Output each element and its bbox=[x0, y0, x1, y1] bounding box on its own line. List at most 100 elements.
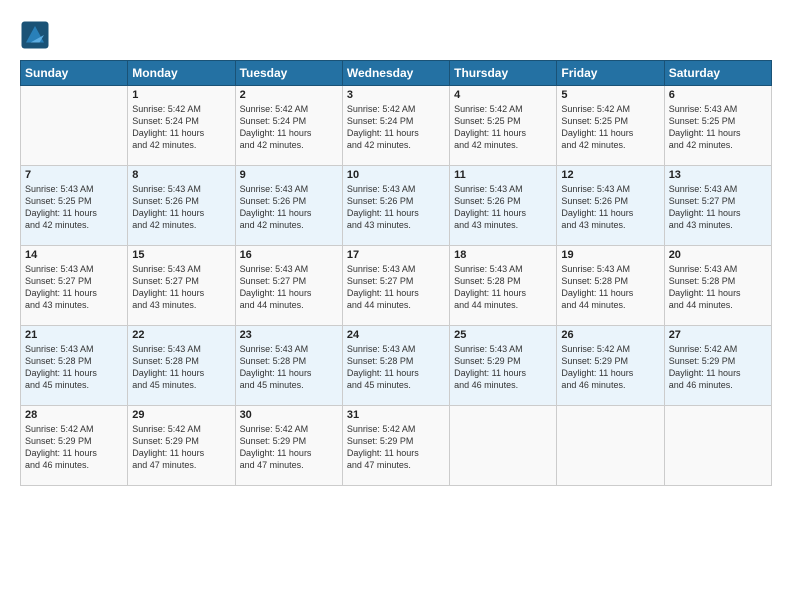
day-info: Sunrise: 5:42 AM Sunset: 5:29 PM Dayligh… bbox=[561, 343, 659, 392]
calendar-cell: 6Sunrise: 5:43 AM Sunset: 5:25 PM Daylig… bbox=[664, 86, 771, 166]
calendar-table: SundayMondayTuesdayWednesdayThursdayFrid… bbox=[20, 60, 772, 486]
calendar-cell: 27 Sunrise: 5:42 AM Sunset: 5:29 PM Dayli… bbox=[664, 326, 771, 406]
calendar-cell: 13 Sunrise: 5:43 AM Sunset: 5:27 PM Dayli… bbox=[664, 166, 771, 246]
calendar-cell: 19 Sunrise: 5:43 AM Sunset: 5:28 PM Dayli… bbox=[557, 246, 664, 326]
day-number: 13 bbox=[669, 169, 767, 181]
day-number: 7 bbox=[25, 169, 123, 181]
calendar-cell: 24 Sunrise: 5:43 AM Sunset: 5:28 PM Dayli… bbox=[342, 326, 449, 406]
calendar-cell: 15 Sunrise: 5:43 AM Sunset: 5:27 PM Dayli… bbox=[128, 246, 235, 326]
day-number: 26 bbox=[561, 329, 659, 341]
day-number: 28 bbox=[25, 409, 123, 421]
column-header-monday: Monday bbox=[128, 61, 235, 86]
column-header-tuesday: Tuesday bbox=[235, 61, 342, 86]
day-number: 4 bbox=[454, 89, 552, 101]
day-number: 16 bbox=[240, 249, 338, 261]
day-number: 21 bbox=[25, 329, 123, 341]
day-number: 29 bbox=[132, 409, 230, 421]
day-info: Sunrise: 5:43 AM Sunset: 5:28 PM Dayligh… bbox=[240, 343, 338, 392]
calendar-cell: 8Sunrise: 5:43 AM Sunset: 5:26 PM Daylig… bbox=[128, 166, 235, 246]
day-info: Sunrise: 5:43 AM Sunset: 5:27 PM Dayligh… bbox=[347, 263, 445, 312]
day-info: Sunrise: 5:42 AM Sunset: 5:24 PM Dayligh… bbox=[240, 103, 338, 152]
calendar-cell: 25 Sunrise: 5:43 AM Sunset: 5:29 PM Dayli… bbox=[450, 326, 557, 406]
calendar-cell: 29 Sunrise: 5:42 AM Sunset: 5:29 PM Dayli… bbox=[128, 406, 235, 486]
calendar-cell: 1 Sunrise: 5:42 AM Sunset: 5:24 PM Daylig… bbox=[128, 86, 235, 166]
column-header-wednesday: Wednesday bbox=[342, 61, 449, 86]
column-header-thursday: Thursday bbox=[450, 61, 557, 86]
page-header bbox=[20, 20, 772, 50]
calendar-cell: 31 Sunrise: 5:42 AM Sunset: 5:29 PM Dayli… bbox=[342, 406, 449, 486]
day-info: Sunrise: 5:43 AM Sunset: 5:28 PM Dayligh… bbox=[132, 343, 230, 392]
calendar-cell: 2Sunrise: 5:42 AM Sunset: 5:24 PM Daylig… bbox=[235, 86, 342, 166]
day-info: Sunrise: 5:43 AM Sunset: 5:26 PM Dayligh… bbox=[240, 183, 338, 232]
day-info: Sunrise: 5:42 AM Sunset: 5:29 PM Dayligh… bbox=[132, 423, 230, 472]
day-number: 30 bbox=[240, 409, 338, 421]
calendar-week-row: 21 Sunrise: 5:43 AM Sunset: 5:28 PM Dayli… bbox=[21, 326, 772, 406]
calendar-header-row: SundayMondayTuesdayWednesdayThursdayFrid… bbox=[21, 61, 772, 86]
day-number: 25 bbox=[454, 329, 552, 341]
calendar-cell: 3 Sunrise: 5:42 AM Sunset: 5:24 PM Daylig… bbox=[342, 86, 449, 166]
calendar-cell: 11Sunrise: 5:43 AM Sunset: 5:26 PM Dayli… bbox=[450, 166, 557, 246]
day-number: 23 bbox=[240, 329, 338, 341]
day-info: Sunrise: 5:43 AM Sunset: 5:27 PM Dayligh… bbox=[132, 263, 230, 312]
calendar-week-row: 28 Sunrise: 5:42 AM Sunset: 5:29 PM Dayli… bbox=[21, 406, 772, 486]
day-number: 1 bbox=[132, 89, 230, 101]
day-info: Sunrise: 5:42 AM Sunset: 5:29 PM Dayligh… bbox=[669, 343, 767, 392]
day-info: Sunrise: 5:43 AM Sunset: 5:26 PM Dayligh… bbox=[561, 183, 659, 232]
calendar-week-row: 1 Sunrise: 5:42 AM Sunset: 5:24 PM Daylig… bbox=[21, 86, 772, 166]
day-number: 8 bbox=[132, 169, 230, 181]
column-header-friday: Friday bbox=[557, 61, 664, 86]
calendar-cell: 10Sunrise: 5:43 AM Sunset: 5:26 PM Dayli… bbox=[342, 166, 449, 246]
day-number: 15 bbox=[132, 249, 230, 261]
day-number: 20 bbox=[669, 249, 767, 261]
day-info: Sunrise: 5:43 AM Sunset: 5:28 PM Dayligh… bbox=[454, 263, 552, 312]
day-number: 6 bbox=[669, 89, 767, 101]
day-info: Sunrise: 5:42 AM Sunset: 5:24 PM Dayligh… bbox=[132, 103, 230, 152]
day-number: 5 bbox=[561, 89, 659, 101]
calendar-cell bbox=[450, 406, 557, 486]
calendar-cell: 21 Sunrise: 5:43 AM Sunset: 5:28 PM Dayli… bbox=[21, 326, 128, 406]
day-info: Sunrise: 5:42 AM Sunset: 5:29 PM Dayligh… bbox=[25, 423, 123, 472]
calendar-cell: 20Sunrise: 5:43 AM Sunset: 5:28 PM Dayli… bbox=[664, 246, 771, 326]
day-info: Sunrise: 5:43 AM Sunset: 5:28 PM Dayligh… bbox=[25, 343, 123, 392]
day-number: 9 bbox=[240, 169, 338, 181]
day-info: Sunrise: 5:42 AM Sunset: 5:24 PM Dayligh… bbox=[347, 103, 445, 152]
day-number: 17 bbox=[347, 249, 445, 261]
calendar-cell: 30 Sunrise: 5:42 AM Sunset: 5:29 PM Dayli… bbox=[235, 406, 342, 486]
logo-icon bbox=[20, 20, 50, 50]
calendar-cell: 14 Sunrise: 5:43 AM Sunset: 5:27 PM Dayli… bbox=[21, 246, 128, 326]
day-info: Sunrise: 5:43 AM Sunset: 5:28 PM Dayligh… bbox=[561, 263, 659, 312]
day-number: 10 bbox=[347, 169, 445, 181]
calendar-cell bbox=[664, 406, 771, 486]
calendar-cell: 26 Sunrise: 5:42 AM Sunset: 5:29 PM Dayli… bbox=[557, 326, 664, 406]
day-info: Sunrise: 5:43 AM Sunset: 5:27 PM Dayligh… bbox=[25, 263, 123, 312]
calendar-cell bbox=[557, 406, 664, 486]
day-info: Sunrise: 5:43 AM Sunset: 5:29 PM Dayligh… bbox=[454, 343, 552, 392]
day-info: Sunrise: 5:43 AM Sunset: 5:25 PM Dayligh… bbox=[25, 183, 123, 232]
calendar-cell: 4 Sunrise: 5:42 AM Sunset: 5:25 PM Daylig… bbox=[450, 86, 557, 166]
day-info: Sunrise: 5:42 AM Sunset: 5:29 PM Dayligh… bbox=[347, 423, 445, 472]
day-number: 18 bbox=[454, 249, 552, 261]
day-info: Sunrise: 5:43 AM Sunset: 5:28 PM Dayligh… bbox=[347, 343, 445, 392]
calendar-cell: 28 Sunrise: 5:42 AM Sunset: 5:29 PM Dayli… bbox=[21, 406, 128, 486]
logo bbox=[20, 20, 54, 50]
day-number: 31 bbox=[347, 409, 445, 421]
day-number: 14 bbox=[25, 249, 123, 261]
day-info: Sunrise: 5:42 AM Sunset: 5:25 PM Dayligh… bbox=[561, 103, 659, 152]
column-header-sunday: Sunday bbox=[21, 61, 128, 86]
day-number: 11 bbox=[454, 169, 552, 181]
day-number: 27 bbox=[669, 329, 767, 341]
day-info: Sunrise: 5:42 AM Sunset: 5:29 PM Dayligh… bbox=[240, 423, 338, 472]
calendar-cell: 18 Sunrise: 5:43 AM Sunset: 5:28 PM Dayli… bbox=[450, 246, 557, 326]
day-number: 3 bbox=[347, 89, 445, 101]
day-number: 24 bbox=[347, 329, 445, 341]
column-header-saturday: Saturday bbox=[664, 61, 771, 86]
calendar-cell: 12Sunrise: 5:43 AM Sunset: 5:26 PM Dayli… bbox=[557, 166, 664, 246]
day-info: Sunrise: 5:43 AM Sunset: 5:27 PM Dayligh… bbox=[669, 183, 767, 232]
calendar-cell: 5 Sunrise: 5:42 AM Sunset: 5:25 PM Daylig… bbox=[557, 86, 664, 166]
calendar-cell: 7 Sunrise: 5:43 AM Sunset: 5:25 PM Daylig… bbox=[21, 166, 128, 246]
day-info: Sunrise: 5:43 AM Sunset: 5:27 PM Dayligh… bbox=[240, 263, 338, 312]
calendar-cell: 17 Sunrise: 5:43 AM Sunset: 5:27 PM Dayli… bbox=[342, 246, 449, 326]
day-info: Sunrise: 5:42 AM Sunset: 5:25 PM Dayligh… bbox=[454, 103, 552, 152]
day-number: 19 bbox=[561, 249, 659, 261]
calendar-week-row: 14 Sunrise: 5:43 AM Sunset: 5:27 PM Dayli… bbox=[21, 246, 772, 326]
